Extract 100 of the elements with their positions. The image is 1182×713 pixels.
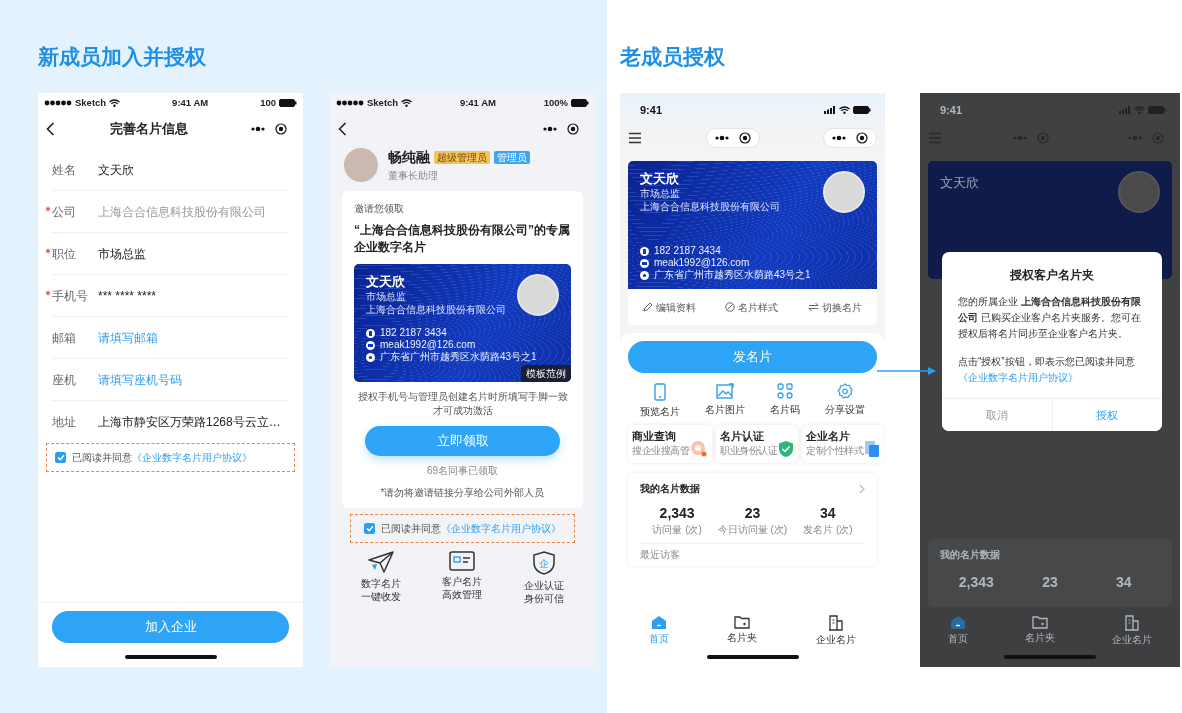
signal-dots-icon: [44, 100, 72, 106]
card-action[interactable]: 切换名片: [808, 299, 863, 315]
feature-tile[interactable]: 商业查询 搜企业搜高管: [628, 425, 712, 463]
field-value: 上海合合信息科技股份有限公司: [98, 203, 266, 221]
tab-label: 名片夹: [1025, 631, 1055, 645]
dialog-message: 您的所属企业 上海合合信息科技股份有限公司 已购买企业客户名片夹服务。您可在授权后将名片同步至企业客户名片夹。: [957, 295, 1142, 342]
more-icon[interactable]: [832, 135, 846, 141]
shield-icon: 企: [533, 551, 556, 575]
more-icon[interactable]: [251, 126, 265, 132]
feature-caption: 客户名片 高效管理: [442, 575, 483, 601]
qr-code-icon: [776, 383, 793, 399]
invite-label: 邀请您领取: [354, 202, 405, 216]
battery-icon: [853, 106, 871, 114]
photo-placeholder: [823, 171, 865, 213]
documents-icon: [864, 440, 880, 458]
target-icon[interactable]: [567, 123, 579, 135]
card-title: 市场总监: [640, 187, 681, 200]
settings-icon: [836, 383, 853, 399]
building-icon[interactable]: [1123, 615, 1140, 631]
quick-action[interactable]: 预览名片: [640, 383, 681, 419]
stat-value: 34: [1114, 573, 1133, 592]
quick-action[interactable]: 名片码: [769, 383, 800, 419]
agreement-text: 已阅读并同意《企业数字名片用户协议》: [72, 451, 252, 465]
field-label: 公司: [52, 203, 76, 221]
stat-value: 23: [744, 504, 761, 522]
address-icon: [640, 270, 649, 280]
card-action[interactable]: 名片样式: [725, 299, 779, 315]
feature-tile[interactable]: 企业名片 定制个性样式: [802, 425, 884, 463]
contact-text: 广东省广州市越秀区水荫路43号之1: [654, 269, 811, 281]
email-icon: [366, 340, 375, 350]
target-icon[interactable]: [275, 123, 287, 135]
share-warning: *请勿将邀请链接分享给公司外部人员: [379, 486, 546, 500]
phone-icon: [640, 246, 649, 256]
check-icon: [365, 525, 374, 532]
tile-title: 名片认证: [720, 430, 765, 443]
field-value[interactable]: *** **** ****: [98, 286, 157, 305]
field-value[interactable]: 上海市静安区万荣路1268号云立…: [98, 413, 281, 431]
tab-item[interactable]: 企业名片: [815, 615, 856, 647]
profile-subtitle: 董事长助理: [388, 169, 439, 183]
phone-icon: [366, 328, 375, 338]
checkbox[interactable]: [55, 452, 66, 463]
status-time: 9:41 AM: [459, 95, 496, 110]
back-icon[interactable]: [338, 122, 347, 136]
back-icon[interactable]: [46, 122, 55, 136]
stat-value: 23: [1041, 573, 1059, 592]
card-action[interactable]: 编辑资料: [642, 299, 696, 315]
quick-action[interactable]: 分享设置: [824, 383, 865, 419]
swap-icon: [808, 302, 820, 312]
role-badge: 管理员: [494, 151, 530, 164]
folder-icon[interactable]: [734, 615, 751, 629]
quick-action[interactable]: 名片图片: [705, 383, 746, 419]
activation-note: 授权手机号与管理员创建名片时所填写手脚一致才可成功激活: [356, 390, 569, 418]
flow-arrow: [877, 366, 937, 376]
more-icon[interactable]: [714, 135, 729, 141]
magnifier-icon: [690, 440, 708, 458]
check-icon: [56, 454, 65, 461]
dialog-title: 授权客户名片夹: [1009, 267, 1095, 283]
paper-plane-icon: [367, 551, 394, 573]
building-icon[interactable]: [827, 615, 844, 631]
menu-icon[interactable]: [628, 132, 642, 144]
input-field[interactable]: 请填写邮箱: [98, 328, 258, 347]
carrier-name: Sketch: [75, 95, 107, 110]
folder-icon[interactable]: [1032, 615, 1048, 629]
card-name: 文天欣: [640, 171, 680, 187]
feature-tile[interactable]: 名片认证 职业身份认证: [716, 425, 798, 463]
more-icon[interactable]: [543, 126, 557, 132]
role-badge: 超级管理员: [434, 151, 490, 164]
email-icon: [640, 258, 649, 268]
stat-label: 发名片 (次): [803, 523, 853, 537]
field-label: 姓名: [52, 161, 76, 179]
home-icon[interactable]: [950, 615, 967, 630]
field-label: 邮箱: [52, 329, 76, 347]
contact-text: meak1992@126.com: [654, 257, 750, 269]
tab-label: 首页: [948, 632, 969, 646]
field-value[interactable]: 市场总监: [98, 244, 146, 263]
card-name: 文天欣: [940, 174, 980, 192]
input-field[interactable]: 请填写座机号码: [98, 370, 258, 389]
stat-value: 2,343: [659, 504, 695, 522]
status-time: 9:41: [940, 102, 963, 118]
stats-title: 我的名片数据: [940, 548, 1001, 562]
phone-icon: [652, 383, 669, 401]
pencil-icon: [642, 302, 653, 312]
tab-label: 企业名片: [1111, 633, 1152, 647]
target-icon[interactable]: [856, 132, 868, 144]
feature-caption: 数字名片 一键收发: [360, 577, 401, 603]
field-value[interactable]: 文天欣: [98, 160, 134, 179]
id-card-icon: [449, 551, 476, 571]
checkbox[interactable]: [364, 523, 375, 534]
claimed-count: 69名同事已领取: [425, 464, 500, 478]
battery-level: 100%: [543, 95, 568, 110]
contact-text: 182 2187 3434: [380, 327, 447, 339]
stat-value: 34: [820, 504, 836, 522]
battery-icon: [1148, 106, 1166, 114]
wifi-icon: [1134, 106, 1145, 114]
wifi-icon: [839, 106, 850, 114]
home-icon[interactable]: [651, 615, 668, 630]
target-icon[interactable]: [738, 132, 751, 144]
tile-title: 商业查询: [632, 430, 677, 443]
signal-dots-icon: [336, 100, 364, 106]
tab-item[interactable]: 名片夹: [727, 615, 758, 647]
